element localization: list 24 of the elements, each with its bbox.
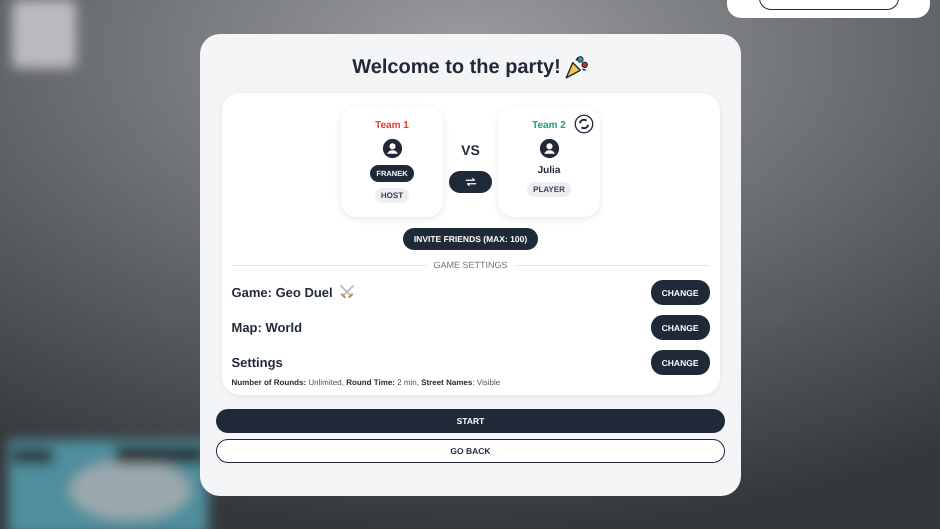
swap-button[interactable] [449, 171, 492, 193]
dialog-title: Welcome to the party! [352, 56, 561, 78]
versus-label: VS [461, 142, 480, 158]
setting-label: Settings [232, 354, 283, 370]
setting-label: Map: World [232, 320, 302, 334]
avatar-icon [382, 138, 402, 159]
setting-label: Game: Geo Duel [232, 284, 333, 300]
role-tag: HOST [374, 188, 410, 203]
team-label: Team 1 [375, 120, 409, 131]
change-button[interactable]: CHANGE [650, 315, 710, 340]
role-tag: PLAYER [527, 182, 571, 197]
party-popper-icon [562, 54, 589, 80]
settings-summary: Number of Rounds: Unlimited, Round Time: 2 min, Street Names: Visible [232, 378, 500, 387]
change-button[interactable]: CHANGE [650, 350, 710, 375]
change-button[interactable]: CHANGE [650, 280, 710, 305]
avatar-icon [538, 138, 560, 159]
team-label: Team 2 [532, 120, 566, 131]
invite-friends-button[interactable]: INVITE FRIENDS (MAX: 100) [402, 228, 538, 250]
player-name: Julia [538, 165, 560, 176]
go-back-button[interactable]: GO BACK [216, 439, 725, 463]
start-button[interactable]: START [216, 409, 725, 433]
swap-arrows-icon [464, 175, 478, 189]
crossed-swords-icon [338, 283, 356, 301]
section-heading: GAME SETTINGS [434, 260, 508, 270]
